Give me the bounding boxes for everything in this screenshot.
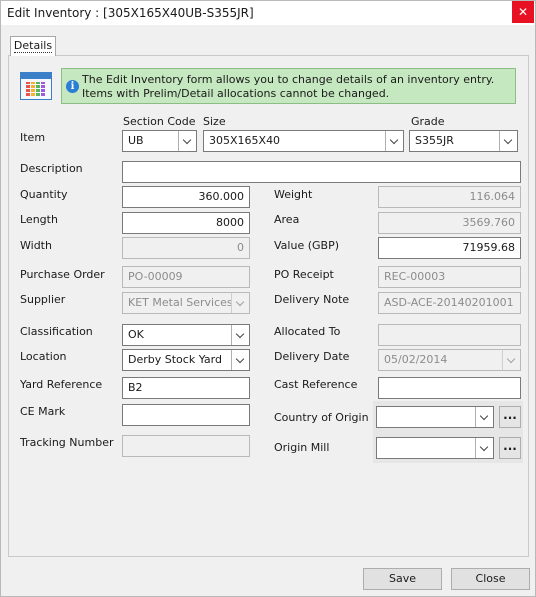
info-text: The Edit Inventory form allows you to ch… [82, 73, 495, 100]
chevron-down-icon [231, 293, 249, 313]
chevron-down-icon [502, 350, 520, 370]
chevron-down-icon[interactable] [475, 438, 493, 458]
chevron-down-icon[interactable] [231, 325, 249, 345]
grade-label: Grade [411, 115, 445, 128]
value-input[interactable]: 71959.68 [378, 237, 521, 259]
origin-mill-label: Origin Mill [274, 441, 330, 454]
size-label: Size [203, 115, 226, 128]
grade-value: S355JR [415, 134, 454, 147]
supplier-select: KET Metal Services [122, 292, 250, 314]
width-field: 0 [122, 237, 250, 259]
delivery-date-picker: 05/02/2014 [378, 349, 521, 371]
ce-mark-label: CE Mark [20, 405, 66, 418]
allocated-to-field [378, 324, 521, 346]
supplier-value: KET Metal Services [128, 296, 233, 309]
purchase-order-field: PO-00009 [122, 266, 250, 288]
value-label: Value (GBP) [274, 239, 339, 252]
classification-value: OK [128, 328, 144, 341]
chevron-down-icon[interactable] [475, 407, 493, 427]
supplier-label: Supplier [20, 293, 66, 306]
item-label: Item [20, 131, 46, 144]
quantity-input[interactable]: 360.000 [122, 186, 250, 208]
grade-select[interactable]: S355JR [409, 130, 518, 152]
po-receipt-field: REC-00003 [378, 266, 521, 288]
description-input[interactable] [122, 161, 521, 183]
section-code-value: UB [128, 134, 144, 147]
inventory-form-icon [20, 72, 52, 100]
chevron-down-icon[interactable] [385, 131, 403, 151]
chevron-down-icon[interactable] [499, 131, 517, 151]
section-code-label: Section Code [123, 115, 196, 128]
allocated-to-label: Allocated To [274, 325, 341, 338]
save-button[interactable]: Save [363, 568, 442, 590]
chevron-down-icon[interactable] [178, 131, 196, 151]
yard-reference-label: Yard Reference [20, 378, 103, 391]
classification-label: Classification [20, 325, 93, 338]
country-of-origin-browse-button[interactable]: ... [499, 406, 521, 428]
length-label: Length [20, 213, 58, 226]
delivery-date-label: Delivery Date [274, 350, 350, 363]
yard-reference-input[interactable]: B2 [122, 377, 250, 399]
description-label: Description [20, 162, 83, 175]
delivery-note-field: ASD-ACE-20140201001 [378, 292, 521, 314]
info-icon: i [66, 80, 79, 93]
area-label: Area [274, 213, 300, 226]
origin-mill-browse-button[interactable]: ... [499, 437, 521, 459]
size-select[interactable]: 305X165X40 [203, 130, 404, 152]
tracking-number-field [122, 435, 250, 457]
width-label: Width [20, 239, 52, 252]
title-bar: Edit Inventory : [305X165X40UB-S355JR] ✕ [1, 1, 535, 25]
close-window-button[interactable]: ✕ [512, 1, 534, 23]
tracking-number-label: Tracking Number [20, 436, 114, 449]
location-value: Derby Stock Yard [128, 353, 222, 366]
delivery-note-label: Delivery Note [274, 293, 350, 306]
cast-reference-label: Cast Reference [274, 378, 358, 391]
cast-reference-input[interactable] [378, 377, 521, 399]
country-of-origin-select[interactable] [376, 406, 494, 428]
info-banner: i The Edit Inventory form allows you to … [61, 68, 516, 104]
weight-label: Weight [274, 188, 313, 201]
area-field: 3569.760 [378, 212, 521, 234]
weight-field: 116.064 [378, 186, 521, 208]
chevron-down-icon[interactable] [231, 350, 249, 370]
location-select[interactable]: Derby Stock Yard [122, 349, 250, 371]
section-code-select[interactable]: UB [122, 130, 197, 152]
po-receipt-label: PO Receipt [274, 268, 334, 281]
tab-details-label: Details [13, 39, 53, 53]
length-input[interactable]: 8000 [122, 212, 250, 234]
window-title: Edit Inventory : [305X165X40UB-S355JR] [7, 6, 254, 20]
close-button[interactable]: Close [451, 568, 530, 590]
delivery-date-value: 05/02/2014 [384, 353, 448, 366]
tab-details[interactable]: Details [10, 36, 56, 56]
purchase-order-label: Purchase Order [20, 268, 105, 281]
origin-mill-select[interactable] [376, 437, 494, 459]
size-value: 305X165X40 [209, 134, 281, 147]
location-label: Location [20, 350, 67, 363]
classification-select[interactable]: OK [122, 324, 250, 346]
quantity-label: Quantity [20, 188, 68, 201]
ce-mark-input[interactable] [122, 404, 250, 426]
country-of-origin-label: Country of Origin [274, 411, 369, 424]
